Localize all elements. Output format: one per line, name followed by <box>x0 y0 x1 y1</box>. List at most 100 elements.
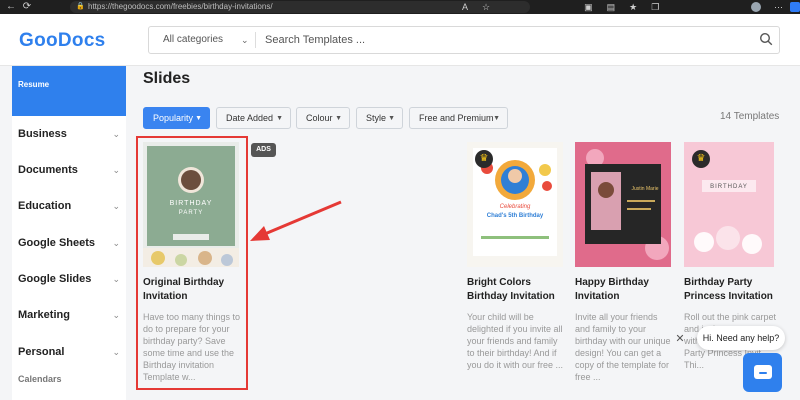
chat-icon <box>754 365 772 379</box>
template-name[interactable]: Bright Colors Birthday Invitation <box>467 276 555 304</box>
desc-line: copy of the template for <box>575 360 670 370</box>
desc-line: your friends and family <box>467 336 558 346</box>
search-input[interactable] <box>265 30 745 50</box>
ads-badge: ADS <box>251 143 276 157</box>
search-bar: All categories ⌄ <box>148 26 780 54</box>
filter-popularity[interactable]: Popularity ▼ <box>143 107 210 129</box>
browser-toolbar: ← ⟳ 🔒 https://thegoodocs.com/freebies/bi… <box>0 0 800 14</box>
template-description: Invite all your friends and family to yo… <box>575 311 671 383</box>
sidebar-item-google-sheets[interactable]: Google Sheets ⌄ <box>12 229 126 257</box>
template-name-line: Happy Birthday <box>575 277 649 288</box>
category-sidebar: Resume Business ⌄ Documents ⌄ Education … <box>12 66 126 400</box>
star-icon[interactable]: ☆ <box>482 0 490 14</box>
copilot-icon[interactable] <box>790 2 800 12</box>
filter-style[interactable]: Style ▼ <box>356 107 403 129</box>
chevron-down-icon[interactable]: ⌄ <box>241 27 249 53</box>
sidebar-item-label: Personal <box>18 346 65 358</box>
desc-line: Roll out the pink carpet <box>684 312 777 322</box>
filter-label: Style <box>366 113 387 123</box>
chevron-down-icon: ⌄ <box>112 309 120 320</box>
read-aloud-icon[interactable]: A <box>462 0 468 14</box>
filter-free-and-premium[interactable]: Free and Premium ▼ <box>409 107 508 129</box>
desc-line: delighted if you invite all <box>467 324 563 334</box>
favorites-icon[interactable]: ★ <box>629 0 637 14</box>
refresh-icon[interactable]: ⟳ <box>22 0 32 14</box>
annotation-arrow <box>250 200 342 241</box>
sidebar-item-label: Documents <box>18 164 78 176</box>
back-icon[interactable]: ← <box>6 0 16 14</box>
filter-colour[interactable]: Colour ▼ <box>296 107 350 129</box>
filter-label: Colour <box>306 113 333 123</box>
filter-label: Date Added <box>226 113 274 123</box>
filter-label: Free and Premium <box>419 113 494 123</box>
extensions-icon[interactable]: ▣ <box>584 0 593 14</box>
template-thumbnail-happy-birthday[interactable]: Justin Marie <box>575 142 671 267</box>
sidebar-item-calendars[interactable]: Calendars <box>18 374 62 384</box>
desc-line: you do it with our free ... <box>467 360 564 370</box>
more-options-icon[interactable]: ⋯ <box>774 0 783 14</box>
thumbnail-title: BIRTHDAY <box>710 184 748 190</box>
template-thumbnail-bright-colors[interactable]: ♛ Celebrating Chad's 5th Birthday <box>467 142 563 267</box>
chat-close-icon[interactable]: ✕ <box>672 331 688 347</box>
chevron-down-icon: ⌄ <box>112 200 120 211</box>
url-text: https://thegoodocs.com/freebies/birthday… <box>88 2 273 11</box>
template-thumbnail-princess[interactable]: ♛ BIRTHDAY <box>684 142 774 267</box>
site-logo[interactable]: GooDocs <box>19 30 106 52</box>
caret-down-icon: ▼ <box>195 114 202 122</box>
sidebar-item-label: Google Slides <box>18 273 92 285</box>
template-name-line: Invitation <box>575 291 620 302</box>
lock-icon: 🔒 <box>76 3 85 10</box>
search-divider <box>255 32 256 48</box>
sidebar-item-personal[interactable]: Personal ⌄ <box>12 338 126 366</box>
chevron-down-icon: ⌄ <box>112 346 120 357</box>
sidebar-item-label: Education <box>18 200 72 212</box>
highlight-box <box>136 136 248 390</box>
desc-line: Your child will be <box>467 312 534 322</box>
category-select[interactable]: All categories <box>163 27 223 53</box>
sidebar-item-marketing[interactable]: Marketing ⌄ <box>12 301 126 329</box>
browser-actions: A ☆ ▣ ▤ ★ ❐ <box>460 0 659 14</box>
desc-line: free ... <box>575 372 601 382</box>
template-count: 14 Templates <box>720 111 780 122</box>
sidebar-item-label: Marketing <box>18 309 70 321</box>
sidebar-item-business[interactable]: Business ⌄ <box>12 120 126 148</box>
caret-down-icon: ▼ <box>493 114 500 122</box>
template-name[interactable]: Birthday Party Princess Invitation <box>684 276 773 304</box>
thumbnail-name: Justin Marie <box>631 186 659 192</box>
template-name-line: Bright Colors <box>467 277 531 288</box>
site-header: GooDocs All categories ⌄ <box>0 14 800 66</box>
sidebar-item-label: Google Sheets <box>18 237 96 249</box>
filter-label: Popularity <box>153 113 194 123</box>
thumbnail-name: Chad's 5th Birthday <box>486 213 544 219</box>
chevron-down-icon: ⌄ <box>112 273 120 284</box>
profile-avatar[interactable] <box>751 2 761 12</box>
chat-greeting[interactable]: Hi. Need any help? <box>697 326 785 350</box>
search-icon[interactable] <box>759 32 773 46</box>
sidebar-item-education[interactable]: Education ⌄ <box>12 192 126 220</box>
sidebar-item-documents[interactable]: Documents ⌄ <box>12 156 126 184</box>
desc-line: and family to your <box>575 324 647 334</box>
page-title: Slides <box>143 70 191 87</box>
collections-icon[interactable]: ▤ <box>607 0 616 14</box>
tabs-icon[interactable]: ❐ <box>651 0 659 14</box>
sidebar-item-google-slides[interactable]: Google Slides ⌄ <box>12 265 126 293</box>
filter-date-added[interactable]: Date Added ▼ <box>216 107 291 129</box>
caret-down-icon: ▼ <box>388 114 395 122</box>
sidebar-item-label: Business <box>18 128 67 140</box>
template-name[interactable]: Happy Birthday Invitation <box>575 276 649 304</box>
caret-down-icon: ▼ <box>335 114 342 122</box>
template-name-line: Birthday Invitation <box>467 291 555 302</box>
chevron-down-icon: ⌄ <box>112 164 120 175</box>
chevron-down-icon: ⌄ <box>112 128 120 139</box>
caret-down-icon: ▼ <box>276 114 283 122</box>
desc-line: Invite all your friends <box>575 312 658 322</box>
premium-crown-icon: ♛ <box>692 150 710 168</box>
sidebar-item-resume[interactable]: Resume <box>12 66 126 116</box>
premium-crown-icon: ♛ <box>475 150 493 168</box>
template-name-line: Birthday Party <box>684 277 753 288</box>
chevron-down-icon: ⌄ <box>112 237 120 248</box>
template-name-line: Princess Invitation <box>684 291 773 302</box>
desc-line: design! You can get a <box>575 348 662 358</box>
chat-launcher-button[interactable] <box>743 353 782 392</box>
template-description: Your child will be delighted if you invi… <box>467 311 563 371</box>
